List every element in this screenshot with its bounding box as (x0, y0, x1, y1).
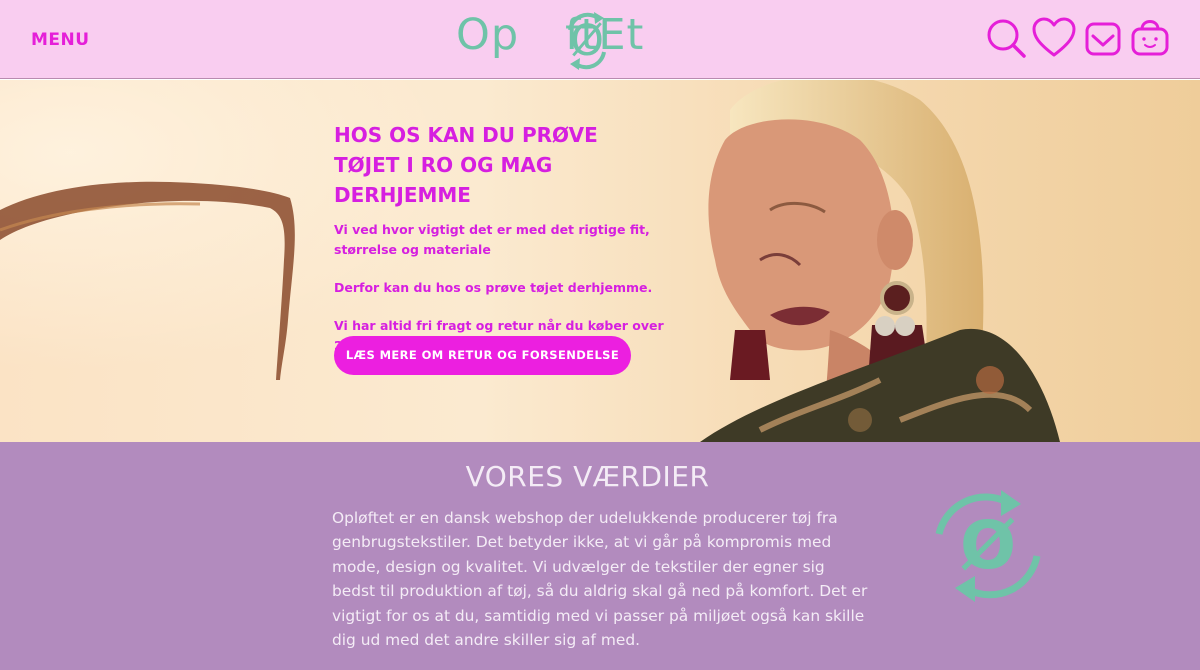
logo-text-start: Op (456, 10, 520, 60)
site-header: MENU Op ftEt Ø (0, 0, 1200, 79)
return-shipping-button[interactable]: LÆS MERE OM RETUR OG FORSENDELSE (334, 336, 631, 375)
hero-title: HOS OS KAN DU PRØVE TØJET I RO OG MAG DE… (334, 123, 598, 207)
hero-paragraph-fit: Vi ved hvor vigtigt det er med det rigti… (334, 222, 650, 257)
values-title: VORES VÆRDIER (465, 460, 710, 493)
menu-button[interactable]: MENU (31, 30, 90, 50)
site-logo[interactable]: Op ftEt Ø (456, 6, 746, 72)
recycle-o-icon: Ø (568, 12, 606, 70)
hero-banner: HOS OS KAN DU PRØVE TØJET I RO OG MAG DE… (0, 80, 1200, 442)
values-logo-letter: Ø (960, 507, 1016, 584)
logo-mark-letter: Ø (570, 16, 604, 66)
logo-wordmark: Op ftEt (456, 10, 644, 60)
mail-icon[interactable] (1084, 20, 1128, 64)
heart-icon[interactable] (1032, 16, 1076, 60)
values-section: VORES VÆRDIER Opløftet er en dansk websh… (0, 442, 1200, 670)
values-text: Opløftet er en dansk webshop der udelukk… (332, 509, 868, 650)
hero-paragraph-try: Derfor kan du hos os prøve tøjet derhjem… (334, 280, 653, 295)
shopping-bag-icon[interactable] (1130, 16, 1174, 60)
hero-copy: HOS OS KAN DU PRØVE TØJET I RO OG MAG DE… (334, 120, 664, 356)
search-icon[interactable] (984, 16, 1028, 60)
recycle-o-icon: Ø (935, 490, 1041, 602)
